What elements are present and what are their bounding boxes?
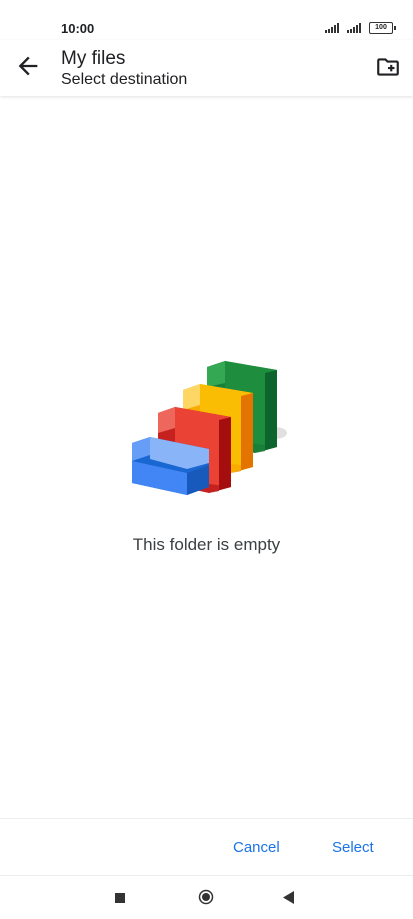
status-bar: 10:00 100 [0, 0, 413, 40]
new-folder-button[interactable] [375, 54, 401, 80]
home-icon[interactable] [198, 889, 214, 905]
create-new-folder-icon [377, 58, 399, 76]
signal-icon [325, 23, 339, 33]
empty-folders-illustration [132, 361, 287, 495]
app-bar: My files Select destination [0, 40, 413, 96]
system-nav-bar [0, 876, 413, 919]
status-icons: 100 [325, 22, 396, 34]
empty-message: This folder is empty [132, 535, 281, 554]
action-bar: Cancel Select [0, 819, 413, 875]
page-subtitle: Select destination [61, 71, 188, 88]
back-icon[interactable] [283, 891, 295, 904]
back-button[interactable] [14, 52, 42, 80]
screen: 10:00 100 My files Select destination Th… [0, 0, 413, 919]
recents-icon[interactable] [115, 893, 125, 903]
status-time: 10:00 [61, 21, 95, 36]
arrow-back-icon [18, 56, 38, 76]
battery-icon: 100 [369, 22, 396, 34]
signal-icon [347, 23, 361, 33]
cancel-button[interactable]: Cancel [233, 839, 280, 856]
page-title: My files [61, 48, 126, 69]
select-button[interactable]: Select [332, 839, 374, 856]
battery-level: 100 [375, 24, 387, 31]
